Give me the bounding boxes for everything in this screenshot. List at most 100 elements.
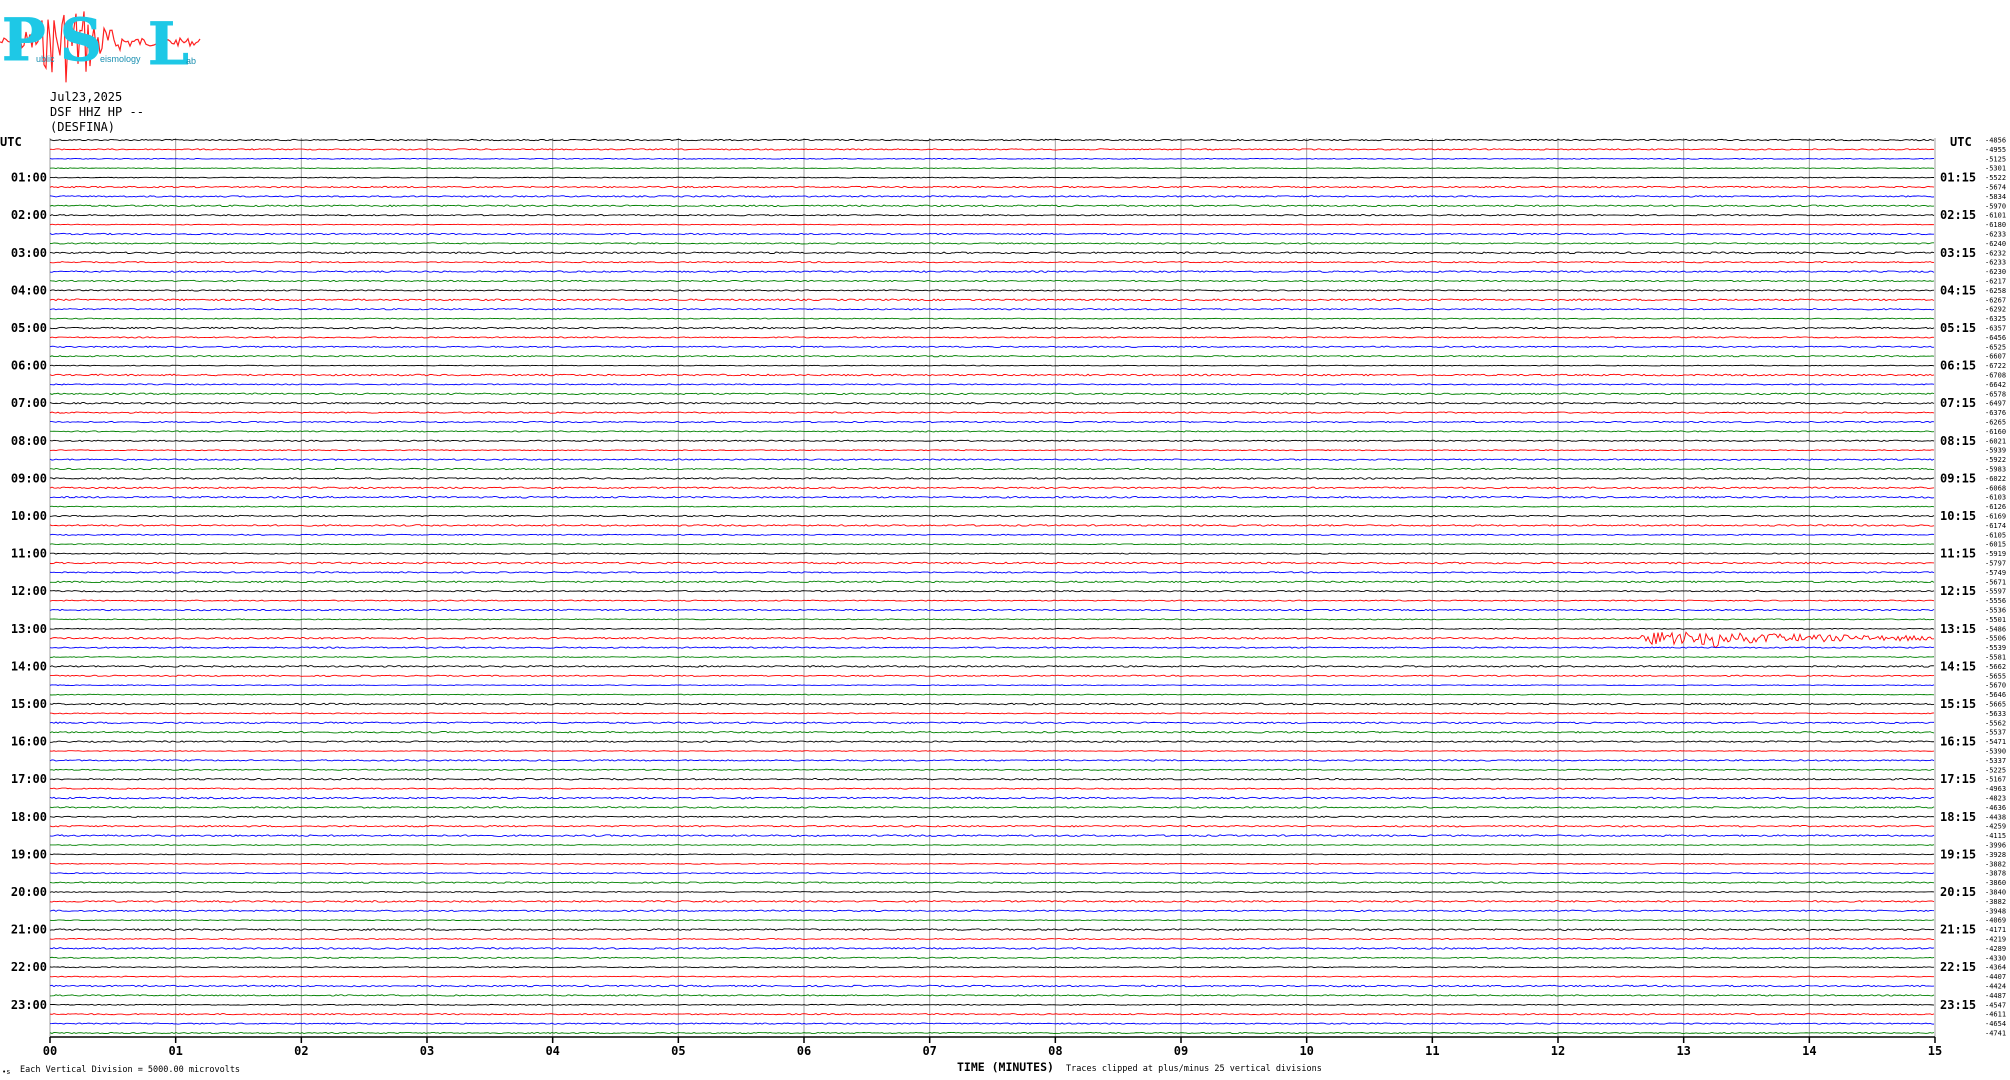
offset-label: -6233	[1985, 259, 2006, 267]
trace-40	[49, 514, 1935, 518]
right-hour-label: 20:15	[1940, 885, 1976, 899]
offset-label: -5225	[1985, 766, 2006, 774]
trace-46	[49, 571, 1935, 574]
header-site: (DESFINA)	[50, 120, 115, 134]
offset-label: -5662	[1985, 663, 2006, 671]
offset-labels: -4856-4955-5125 -5301-5522 -5674-5834-5970…	[1985, 137, 2006, 1038]
right-hour-label: 15:15	[1940, 697, 1976, 711]
x-tick-label: 00	[43, 1044, 57, 1058]
header-date: Jul23,2025	[50, 90, 122, 104]
left-hour-label: 15:00	[11, 697, 47, 711]
trace-5	[49, 185, 1935, 189]
trace-78	[49, 872, 1935, 875]
right-hour-label: 12:15	[1940, 584, 1976, 598]
logo-letter-s: S	[60, 6, 102, 74]
trace-49	[49, 599, 1935, 602]
left-hour-label: 13:00	[11, 622, 47, 636]
offset-label: -4069	[1985, 917, 2006, 925]
offset-label: -6101	[1985, 212, 2006, 220]
left-hour-label: 22:00	[11, 960, 47, 974]
right-hour-label: 22:15	[1940, 960, 1976, 974]
right-hour-label: 19:15	[1940, 847, 1976, 861]
offset-label: -4955	[1985, 146, 2006, 154]
left-hour-label: 16:00	[11, 735, 47, 749]
left-hour-label: 05:00	[11, 321, 47, 335]
left-hour-label: 01:00	[11, 171, 47, 185]
right-hour-label: 01:15	[1940, 171, 1976, 185]
utc-left-label: UTC	[0, 135, 22, 149]
offset-label: -6642	[1985, 381, 2006, 389]
offset-label: -5674	[1985, 184, 2006, 192]
trace-69	[49, 787, 1935, 790]
offset-label: -5486	[1985, 625, 2006, 633]
trace-22	[49, 345, 1935, 348]
offset-label: -5983	[1985, 466, 2006, 474]
offset-label: -6708	[1985, 372, 2006, 380]
clip-note: Traces clipped at plus/minus 25 vertical…	[1066, 1064, 1322, 1074]
trace-11	[49, 242, 1935, 245]
left-hour-label: 23:00	[11, 998, 47, 1012]
offset-label: -4547	[1985, 1001, 2006, 1009]
right-hour-label: 16:15	[1940, 735, 1976, 749]
offset-label: -5167	[1985, 776, 2006, 784]
trace-90	[49, 984, 1935, 988]
trace-0	[49, 138, 1935, 142]
trace-54	[49, 646, 1935, 649]
x-tick-label: 10	[1299, 1044, 1313, 1058]
offset-label: -4259	[1985, 823, 2006, 831]
offset-label: -4330	[1985, 954, 2006, 962]
left-hour-label: 08:00	[11, 434, 47, 448]
trace-93	[49, 1013, 1935, 1016]
offset-label: -4654	[1985, 1020, 2006, 1028]
offset-label: -6258	[1985, 287, 2006, 295]
x-tick-label: 12	[1551, 1044, 1565, 1058]
right-hour-labels: 01:15 02:15 03:15 04:15 05:15 06:15 07:15 08:15…	[1940, 171, 1976, 1012]
trace-71	[49, 806, 1935, 809]
corner-mark: •s	[2, 1068, 10, 1076]
offset-label: -4289	[1985, 945, 2006, 953]
header: Jul23,2025 DSF HHZ HP -- (DESFINA)	[50, 90, 144, 134]
right-hour-label: 06:15	[1940, 359, 1976, 373]
offset-label: -5471	[1985, 738, 2006, 746]
offset-label: -6021	[1985, 437, 2006, 445]
offset-label: -5562	[1985, 719, 2006, 727]
offset-label: -4487	[1985, 992, 2006, 1000]
offset-label: -5522	[1985, 174, 2006, 182]
trace-56	[49, 665, 1935, 668]
offset-label: -3860	[1985, 879, 2006, 887]
trace-75	[49, 844, 1935, 846]
offset-label: -5970	[1985, 202, 2006, 210]
x-tick-label: 11	[1425, 1044, 1439, 1058]
offset-label: -4963	[1985, 785, 2006, 793]
offset-label: -5749	[1985, 569, 2006, 577]
left-hour-label: 17:00	[11, 772, 47, 786]
trace-50	[49, 608, 1935, 612]
trace-36	[49, 477, 1935, 480]
trace-32	[49, 439, 1935, 442]
logo-word-lab: ab	[186, 56, 196, 66]
offset-label: -4219	[1985, 936, 2006, 944]
trace-21	[49, 336, 1935, 339]
offset-label: -6126	[1985, 503, 2006, 511]
left-hour-label: 11:00	[11, 547, 47, 561]
right-hour-label: 02:15	[1940, 208, 1976, 222]
trace-18	[49, 308, 1935, 311]
offset-label: -4364	[1985, 964, 2006, 972]
right-hour-label: 09:15	[1940, 471, 1976, 485]
x-tick-label: 04	[545, 1044, 559, 1058]
header-station: DSF HHZ HP --	[50, 105, 144, 119]
trace-64	[49, 740, 1934, 743]
offset-label: -6022	[1985, 475, 2006, 483]
trace-65	[49, 750, 1935, 752]
left-hour-label: 21:00	[11, 923, 47, 937]
trace-26	[49, 383, 1935, 386]
trace-14	[49, 270, 1935, 273]
offset-label: -5655	[1985, 672, 2006, 680]
right-hour-label: 23:15	[1940, 998, 1976, 1012]
trace-58	[49, 684, 1935, 687]
right-hour-label: 10:15	[1940, 509, 1976, 523]
right-hour-label: 21:15	[1940, 923, 1976, 937]
x-tick-label: 07	[922, 1044, 936, 1058]
trace-15	[49, 279, 1935, 283]
right-hour-label: 04:15	[1940, 283, 1976, 297]
